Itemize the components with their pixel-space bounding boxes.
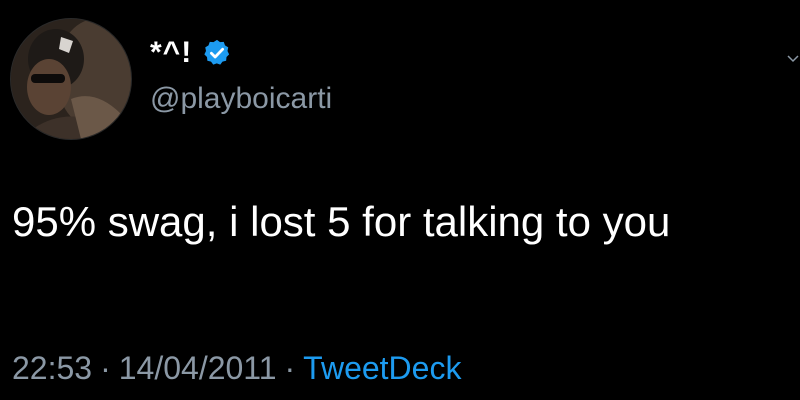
tweet-card: *^! @playboicarti 95% swag, i lost 5 for… [0, 0, 800, 400]
tweet-date[interactable]: 14/04/2011 [119, 350, 277, 386]
tweet-time[interactable]: 22:53 [12, 350, 92, 386]
avatar-image [11, 19, 131, 139]
chevron-down-icon[interactable] [786, 52, 800, 66]
author-display-name[interactable]: *^! [150, 36, 192, 70]
author-handle[interactable]: @playboicarti [150, 82, 332, 116]
author-name-row: *^! [150, 36, 232, 70]
meta-separator: · [100, 350, 111, 386]
verified-badge-icon [204, 39, 230, 65]
tweet-meta: 22:53 · 14/04/2011 · TweetDeck [12, 350, 461, 387]
meta-separator: · [284, 350, 296, 386]
tweet-text: 95% swag, i lost 5 for talking to you [12, 198, 671, 245]
tweet-source-link[interactable]: TweetDeck [303, 350, 461, 386]
avatar[interactable] [10, 18, 132, 140]
